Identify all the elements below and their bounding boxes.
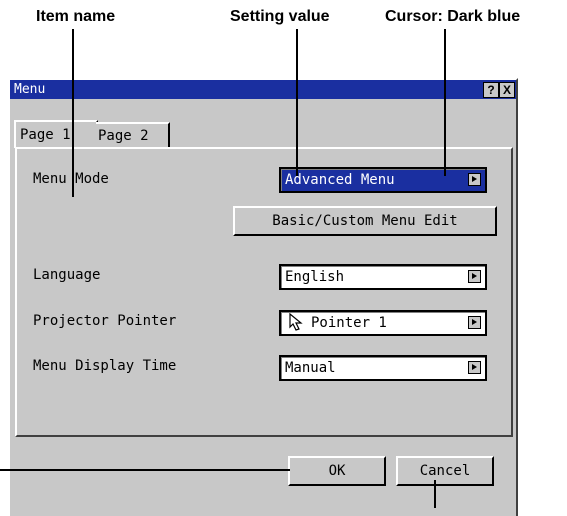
projector-pointer-value: Pointer 1 (311, 315, 387, 331)
setting-value-leader-line (296, 29, 298, 176)
ok-button[interactable]: OK (288, 456, 386, 486)
language-select[interactable]: English (279, 264, 487, 290)
menu-mode-select[interactable]: Advanced Menu (279, 167, 487, 193)
menu-mode-label: Menu Mode (33, 171, 109, 187)
cancel-button[interactable]: Cancel (396, 456, 494, 486)
item-name-leader-line (72, 29, 74, 197)
window-title: Menu (14, 82, 46, 97)
language-label: Language (33, 267, 101, 283)
setting-value-callout: Setting value (230, 8, 330, 25)
cursor-leader-line (444, 29, 446, 176)
menu-mode-arrow-icon (468, 173, 481, 186)
tab-page-2-label: Page 2 (98, 128, 149, 144)
pointer-arrow-icon (289, 313, 303, 331)
tab-page-1[interactable]: Page 1 (14, 120, 98, 148)
language-arrow-icon (468, 270, 481, 283)
projector-pointer-label: Projector Pointer (33, 313, 177, 329)
menu-display-time-select[interactable]: Manual (279, 355, 487, 381)
settings-panel: Menu Mode Advanced Menu Basic/Custom Men… (15, 147, 513, 437)
item-name-callout: Item name (36, 8, 116, 25)
close-button[interactable]: X (499, 82, 515, 98)
help-button[interactable]: ? (483, 82, 499, 98)
menu-dialog: Menu ? X Page 1 Page 2 Menu Mode Advance… (8, 78, 518, 516)
projector-pointer-arrow-icon (468, 316, 481, 329)
ok-leader-line (0, 469, 290, 471)
language-value: English (285, 269, 345, 285)
basic-custom-menu-edit-button[interactable]: Basic/Custom Menu Edit (233, 206, 497, 236)
projector-pointer-select[interactable]: Pointer 1 (279, 310, 487, 336)
menu-display-time-arrow-icon (468, 361, 481, 374)
cursor-callout: Cursor: Dark blue (385, 8, 521, 25)
title-bar: Menu ? X (10, 80, 516, 99)
cancel-leader-line (434, 480, 436, 508)
tab-page-1-label: Page 1 (20, 127, 71, 143)
menu-display-time-label: Menu Display Time (33, 358, 177, 374)
menu-mode-value: Advanced Menu (285, 172, 395, 188)
menu-display-time-value: Manual (285, 360, 336, 376)
tab-page-2[interactable]: Page 2 (96, 122, 170, 148)
